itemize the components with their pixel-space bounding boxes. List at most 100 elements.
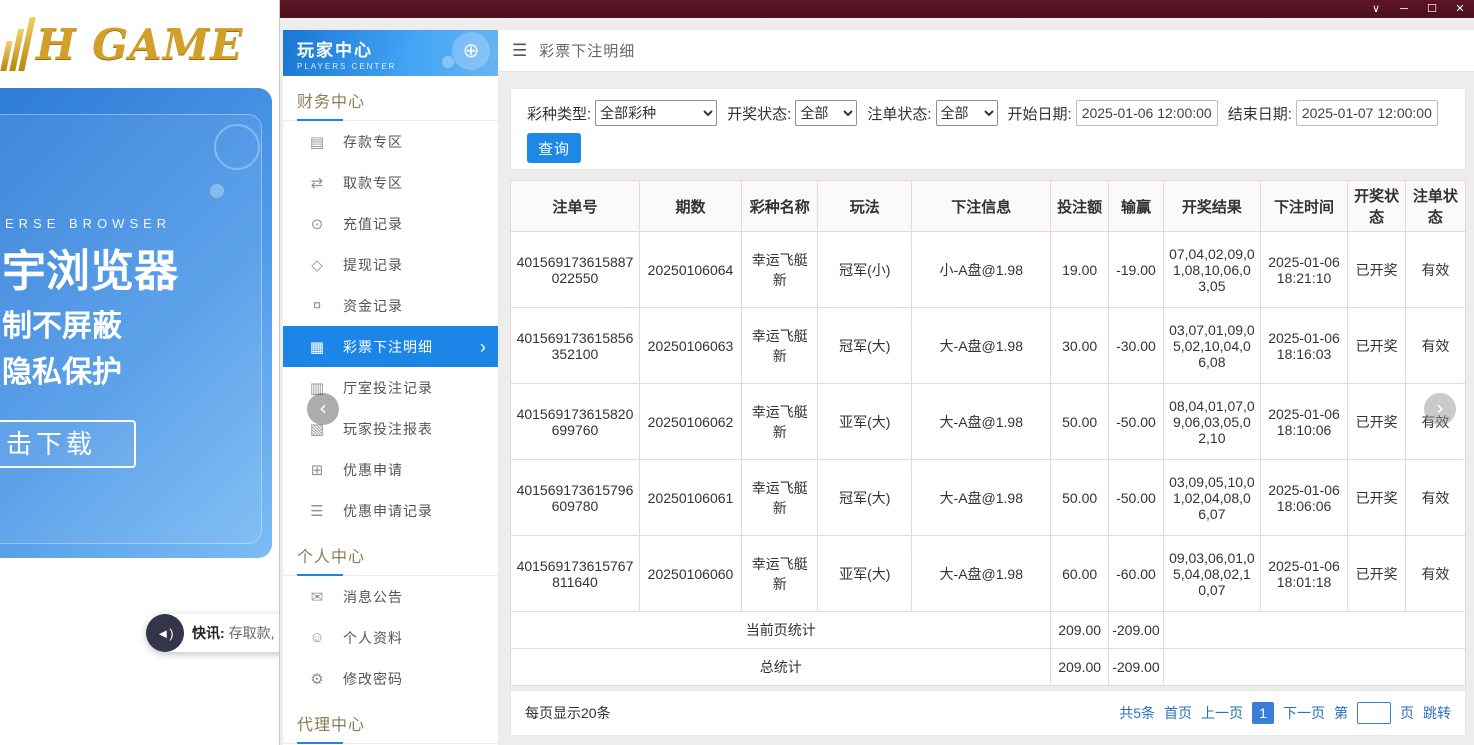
bet-records-table-card: 注单号期数彩种名称玩法下注信息投注额输赢开奖结果下注时间开奖状态注单状态 401… bbox=[510, 180, 1466, 686]
chevron-right-icon: › bbox=[480, 338, 486, 356]
cell-order-no: 401569173615820699760 bbox=[511, 384, 640, 460]
cell-order-status: 有效 bbox=[1405, 536, 1465, 612]
hamburger-icon[interactable]: ☰ bbox=[512, 41, 527, 61]
sidebar-item-recharge-records[interactable]: ⊙ 充值记录 bbox=[283, 203, 498, 244]
cell-lottery: 幸运飞艇新 bbox=[742, 308, 818, 384]
sidebar-item-withdraw[interactable]: ⇄ 取款专区 bbox=[283, 162, 498, 203]
lottery-type-select[interactable]: 全部彩种 bbox=[595, 100, 717, 126]
draw-status-select[interactable]: 全部 bbox=[795, 100, 857, 126]
column-header: 开奖状态 bbox=[1348, 181, 1405, 232]
jump-page-input[interactable] bbox=[1357, 702, 1391, 724]
summary-label: 当前页统计 bbox=[511, 612, 1051, 649]
cell-draw-status: 已开奖 bbox=[1348, 536, 1405, 612]
sidebar-item-deposit[interactable]: ▤ 存款专区 bbox=[283, 121, 498, 162]
cell-play: 冠军(大) bbox=[818, 308, 912, 384]
promo-banner[interactable]: ERSE BROWSER 宇浏览器 制不屏蔽 隐私保护 击下载 bbox=[0, 88, 272, 558]
cell-bet-info: 大-A盘@1.98 bbox=[912, 308, 1051, 384]
promo-window: H GAME ERSE BROWSER 宇浏览器 制不屏蔽 隐私保护 击下载 ◄… bbox=[0, 0, 280, 745]
list-icon: ☰ bbox=[305, 502, 329, 520]
first-page-link[interactable]: 首页 bbox=[1164, 703, 1192, 723]
page-title: 彩票下注明细 bbox=[539, 40, 635, 61]
bet-details-icon: ▦ bbox=[305, 338, 329, 356]
per-page-label: 每页显示20条 bbox=[525, 703, 611, 723]
cell-order-no: 401569173615856352100 bbox=[511, 308, 640, 384]
cell-lottery: 幸运飞艇新 bbox=[742, 384, 818, 460]
cell-amount: 50.00 bbox=[1051, 460, 1108, 536]
sidebar-item-promo-apply[interactable]: ⊞ 优惠申请 bbox=[283, 449, 498, 490]
close-icon[interactable]: ✕ bbox=[1446, 0, 1474, 18]
cell-draw-status: 已开奖 bbox=[1348, 460, 1405, 536]
brand-logo: H GAME bbox=[0, 0, 279, 88]
column-header: 下注信息 bbox=[912, 181, 1051, 232]
column-header: 注单状态 bbox=[1405, 181, 1465, 232]
column-header: 投注额 bbox=[1051, 181, 1108, 232]
sidebar-section-agent: 代理中心 bbox=[283, 699, 498, 744]
sidebar-item-change-password[interactable]: ⚙ 修改密码 bbox=[283, 658, 498, 699]
cell-winloss: -60.00 bbox=[1108, 536, 1163, 612]
sidebar-header: 玩家中心 PLAYERS CENTER ⊕ bbox=[283, 30, 498, 76]
cell-bet-time: 2025-01-06 18:16:03 bbox=[1260, 308, 1348, 384]
promo-decor-circle bbox=[214, 124, 260, 170]
column-header: 彩种名称 bbox=[742, 181, 818, 232]
bell-icon: ✉ bbox=[305, 588, 329, 606]
chevron-down-icon[interactable]: ∨ bbox=[1362, 0, 1390, 18]
cell-play: 亚军(大) bbox=[818, 384, 912, 460]
cell-result: 03,09,05,10,01,02,04,08,06,07 bbox=[1164, 460, 1260, 536]
window-titlebar: ∨ ─ ☐ ✕ bbox=[280, 0, 1474, 18]
coin-icon: ¤ bbox=[305, 297, 329, 314]
news-ticker[interactable]: ◄) 快讯: 存取款, bbox=[146, 614, 280, 652]
minimize-icon[interactable]: ─ bbox=[1390, 0, 1418, 18]
user-icon: ☺ bbox=[305, 629, 329, 646]
maximize-icon[interactable]: ☐ bbox=[1418, 0, 1446, 18]
cash-out-icon: ◇ bbox=[305, 256, 329, 274]
cell-amount: 30.00 bbox=[1051, 308, 1108, 384]
summary-amount: 209.00 bbox=[1051, 612, 1108, 649]
cell-winloss: -50.00 bbox=[1108, 384, 1163, 460]
logo-bars-icon bbox=[0, 17, 35, 71]
end-date-label: 结束日期: bbox=[1228, 103, 1292, 124]
start-date-input[interactable] bbox=[1076, 100, 1218, 126]
sidebar-item-withdrawal-records[interactable]: ◇ 提现记录 bbox=[283, 244, 498, 285]
carousel-left-arrow[interactable]: ‹ bbox=[307, 393, 339, 425]
download-button[interactable]: 击下载 bbox=[0, 420, 136, 468]
decor-dot-icon bbox=[442, 56, 454, 68]
filter-row: 彩种类型: 全部彩种 开奖状态: 全部 注单状态: 全部 开始日期: 结束日期: bbox=[511, 89, 1465, 126]
sidebar-item-promo-apply-records[interactable]: ☰ 优惠申请记录 bbox=[283, 490, 498, 531]
cell-order-status: 有效 bbox=[1405, 232, 1465, 308]
carousel-right-arrow[interactable]: › bbox=[1424, 393, 1456, 425]
prev-page-link[interactable]: 上一页 bbox=[1201, 703, 1243, 723]
ticker-text: 存取款, bbox=[229, 623, 275, 643]
sidebar-item-fund-records[interactable]: ¤ 资金记录 bbox=[283, 285, 498, 326]
filter-button-row: 查询 bbox=[511, 126, 1465, 163]
order-status-select[interactable]: 全部 bbox=[936, 100, 998, 126]
cell-order-no: 401569173615887022550 bbox=[511, 232, 640, 308]
jump-prefix-label: 第 bbox=[1334, 703, 1348, 723]
summary-row: 总统计209.00-209.00 bbox=[511, 649, 1466, 686]
sidebar-item-profile[interactable]: ☺ 个人资料 bbox=[283, 617, 498, 658]
jump-suffix-label: 页 bbox=[1400, 703, 1414, 723]
cell-lottery: 幸运飞艇新 bbox=[742, 460, 818, 536]
next-page-link[interactable]: 下一页 bbox=[1283, 703, 1325, 723]
sidebar-item-lottery-bet-details[interactable]: ▦ 彩票下注明细 › bbox=[283, 326, 498, 367]
cell-period: 20250106061 bbox=[639, 460, 741, 536]
promo-en-text: ERSE BROWSER bbox=[5, 216, 171, 231]
jump-button[interactable]: 跳转 bbox=[1423, 703, 1451, 723]
column-header: 开奖结果 bbox=[1164, 181, 1260, 232]
sidebar-item-messages[interactable]: ✉ 消息公告 bbox=[283, 576, 498, 617]
sidebar-section-personal: 个人中心 bbox=[283, 531, 498, 576]
column-header: 下注时间 bbox=[1260, 181, 1348, 232]
cell-bet-time: 2025-01-06 18:06:06 bbox=[1260, 460, 1348, 536]
speaker-icon: ◄) bbox=[146, 614, 184, 652]
search-button[interactable]: 查询 bbox=[527, 133, 581, 163]
cell-lottery: 幸运飞艇新 bbox=[742, 536, 818, 612]
summary-row: 当前页统计209.00-209.00 bbox=[511, 612, 1466, 649]
ticket-icon: ⊞ bbox=[305, 461, 329, 479]
cell-bet-info: 小-A盘@1.98 bbox=[912, 232, 1051, 308]
promo-decor-dot bbox=[210, 184, 224, 198]
cell-amount: 60.00 bbox=[1051, 536, 1108, 612]
cell-period: 20250106062 bbox=[639, 384, 741, 460]
cell-bet-time: 2025-01-06 18:21:10 bbox=[1260, 232, 1348, 308]
cell-lottery: 幸运飞艇新 bbox=[742, 232, 818, 308]
end-date-input[interactable] bbox=[1296, 100, 1438, 126]
app-window: 玩家中心 PLAYERS CENTER ⊕ 财务中心 ▤ 存款专区 ⇄ 取款专区… bbox=[280, 18, 1474, 745]
